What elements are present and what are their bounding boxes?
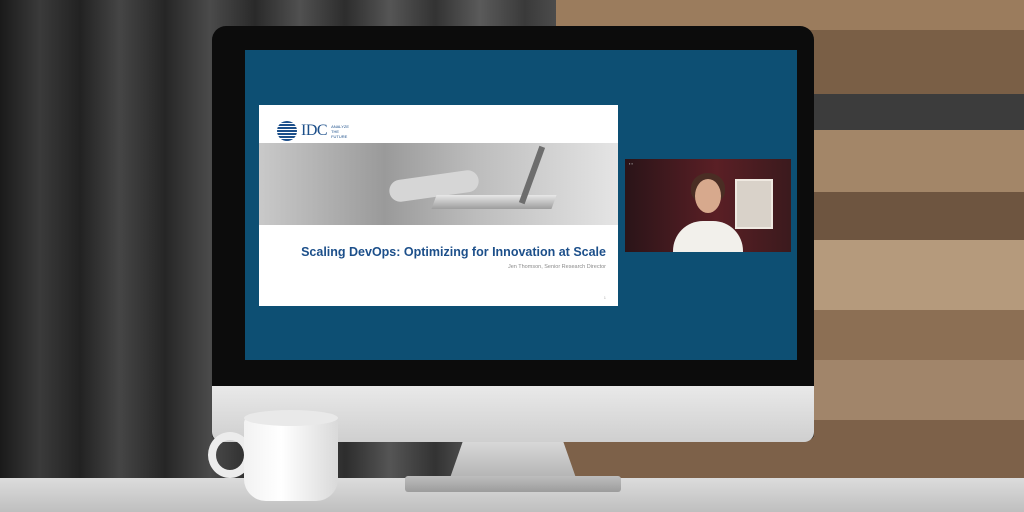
- idc-logo: IDC ANALYZE THE FUTURE: [277, 121, 349, 141]
- slide-title: Scaling DevOps: Optimizing for Innovatio…: [301, 245, 606, 259]
- laptop-base-shape: [431, 195, 557, 209]
- presentation-slide[interactable]: IDC ANALYZE THE FUTURE Scaling DevOps: O…: [259, 105, 618, 306]
- wall-picture-frame: [735, 179, 773, 229]
- globe-icon: [277, 121, 297, 141]
- slide-hero-image: [259, 143, 618, 225]
- slide-page-number: 1: [603, 295, 606, 300]
- monitor-stand-foot: [405, 476, 621, 492]
- logo-tagline: ANALYZE THE FUTURE: [331, 123, 349, 139]
- logo-text: IDC: [301, 122, 328, 139]
- presenter-body: [673, 221, 743, 252]
- webcam-video-tile[interactable]: ▪ ▪: [625, 159, 791, 252]
- mug-rim: [244, 410, 338, 426]
- presenter-face: [695, 179, 721, 213]
- video-controls[interactable]: ▪ ▪: [629, 161, 633, 166]
- coffee-mug: [244, 417, 338, 501]
- monitor-screen: IDC ANALYZE THE FUTURE Scaling DevOps: O…: [245, 50, 797, 360]
- monitor-stand-neck: [450, 442, 576, 478]
- slide-presenter: Jen Thomson, Senior Research Director: [507, 264, 606, 270]
